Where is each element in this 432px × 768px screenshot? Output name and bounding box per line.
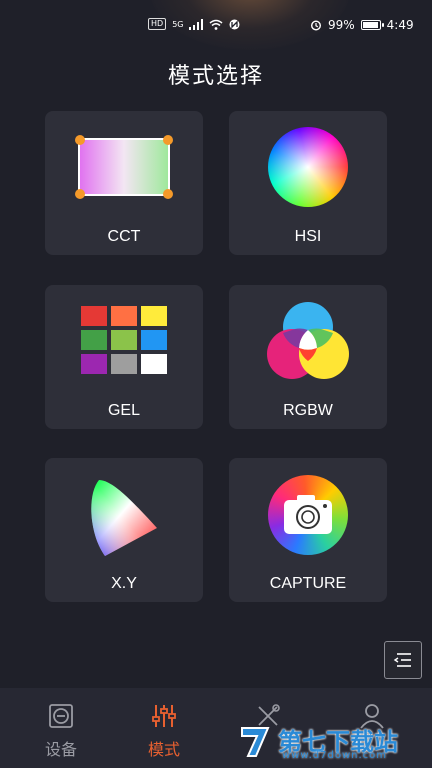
clock: 4:49: [386, 18, 414, 32]
alarm-icon: [310, 20, 322, 31]
mode-label: CAPTURE: [269, 575, 347, 592]
battery-icon: [360, 20, 384, 30]
gel-swatch: [111, 306, 137, 326]
list-indent-icon: [393, 653, 411, 667]
rgb-venn-icon: [267, 302, 349, 379]
hd-badge: HD: [148, 18, 167, 30]
watermark-url: www.d7down.com: [282, 750, 388, 761]
sliders-icon: [152, 705, 176, 727]
cct-gradient-icon: [75, 135, 173, 199]
network-type: 5G: [172, 19, 184, 29]
page-title: 模式选择: [167, 64, 264, 89]
mode-label: X.Y: [111, 575, 137, 592]
tab-label: 模式: [147, 740, 180, 759]
tab-label: 设备: [44, 740, 77, 759]
mode-label: RGBW: [283, 402, 333, 419]
mode-label: GEL: [107, 402, 140, 419]
camera-icon: [268, 475, 348, 555]
chromaticity-diagram-icon: [91, 480, 157, 556]
mode-card-cct[interactable]: CCT: [45, 111, 203, 255]
menu-toggle-button[interactable]: [384, 641, 422, 679]
mode-card-xy[interactable]: X.Y: [45, 458, 203, 602]
watermark: 第七下载站 www.d7down.com: [232, 716, 432, 768]
status-bar: HD 5G 99% 4:49: [0, 0, 432, 50]
gel-swatch: [81, 306, 107, 326]
mode-card-hsi[interactable]: HSI: [229, 111, 387, 255]
device-icon: [49, 704, 73, 728]
mode-label: CCT: [107, 228, 141, 245]
tab-mode[interactable]: 模式: [124, 688, 204, 768]
gel-swatch: [111, 354, 137, 374]
mode-label: HSI: [294, 228, 322, 245]
gel-swatch: [111, 330, 137, 350]
gel-swatch: [81, 354, 107, 374]
wifi-icon: [210, 19, 223, 30]
tab-device[interactable]: 设备: [21, 688, 101, 768]
mode-card-rgbw[interactable]: RGBW: [229, 285, 387, 429]
gel-swatch-grid-icon: [81, 306, 167, 374]
signal-icon: [189, 18, 204, 30]
gel-swatch: [141, 306, 167, 326]
gel-swatch: [141, 354, 167, 374]
nfc-icon: [229, 19, 240, 29]
color-wheel-icon: [268, 127, 348, 207]
watermark-logo-icon: [241, 727, 270, 757]
gel-swatch: [81, 330, 107, 350]
battery-percent: 99%: [328, 18, 355, 32]
gel-swatch: [141, 330, 167, 350]
mode-card-capture[interactable]: CAPTURE: [229, 458, 387, 602]
mode-card-gel[interactable]: GEL: [45, 285, 203, 429]
